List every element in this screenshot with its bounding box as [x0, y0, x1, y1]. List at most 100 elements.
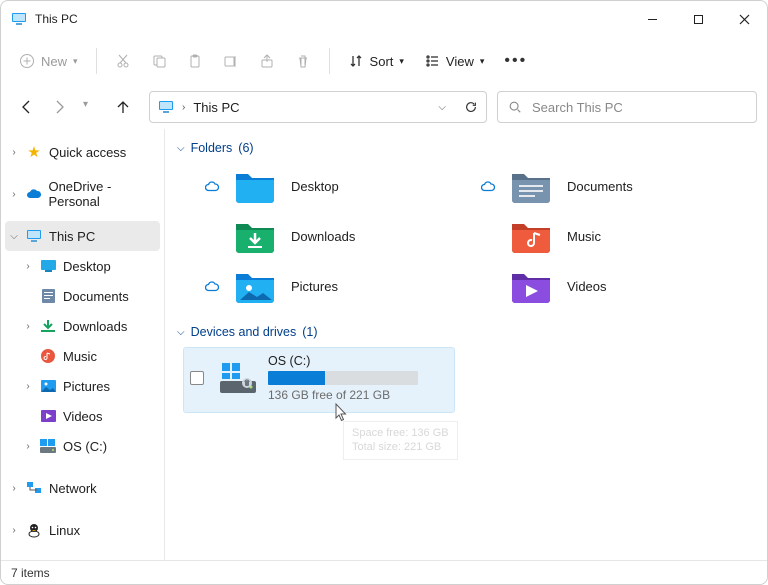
expand-icon[interactable]: ›	[9, 483, 19, 494]
folder-tile-pictures[interactable]: Pictures	[205, 267, 471, 305]
collapse-icon[interactable]: ⌵	[177, 327, 185, 338]
navigation-pane: › ★ Quick access › OneDrive - Personal ⌵…	[1, 129, 165, 560]
expand-icon[interactable]: ›	[23, 381, 33, 392]
folder-tile-documents[interactable]: Documents	[481, 167, 747, 205]
group-count: (1)	[302, 325, 317, 339]
folder-label: Videos	[567, 279, 607, 294]
cloud-status-icon	[205, 181, 219, 192]
sidebar-item-network[interactable]: › Network	[1, 473, 164, 503]
sidebar-item-os-c[interactable]: › OS (C:)	[1, 431, 164, 461]
minimize-button[interactable]	[629, 1, 675, 37]
sort-button[interactable]: Sort ▾	[340, 45, 412, 77]
cloud-icon	[25, 188, 43, 200]
storage-bar-fill	[268, 371, 325, 385]
expand-icon[interactable]: ›	[9, 147, 19, 158]
content-pane: ⌵ Folders (6) Desktop Documents Download…	[165, 129, 767, 560]
back-button[interactable]	[19, 99, 35, 115]
storage-bar	[268, 371, 418, 385]
sidebar-item-videos[interactable]: › Videos	[1, 401, 164, 431]
breadcrumb-item[interactable]: This PC	[193, 100, 239, 115]
cut-button[interactable]	[107, 45, 139, 77]
desktop-icon	[39, 260, 57, 272]
drive-icon	[39, 439, 57, 453]
folder-tile-desktop[interactable]: Desktop	[205, 167, 471, 205]
app-icon	[11, 11, 27, 27]
selection-checkbox[interactable]	[190, 371, 204, 385]
collapse-icon[interactable]: ⌵	[9, 231, 19, 242]
delete-button[interactable]	[287, 45, 319, 77]
sidebar-item-label: Network	[49, 481, 97, 496]
sidebar-item-label: Desktop	[63, 259, 111, 274]
drive-tooltip: Space free: 136 GB Total size: 221 GB	[343, 421, 458, 460]
sidebar-item-pictures[interactable]: › Pictures	[1, 371, 164, 401]
nav-arrows: ▾	[11, 99, 139, 115]
forward-button[interactable]	[51, 99, 67, 115]
folder-label: Music	[567, 229, 601, 244]
recent-locations-button[interactable]: ▾	[83, 99, 99, 115]
search-placeholder: Search This PC	[532, 100, 623, 115]
sidebar-item-label: Music	[63, 349, 97, 364]
new-button[interactable]: New ▾	[11, 45, 86, 77]
sidebar-item-this-pc[interactable]: ⌵ This PC	[5, 221, 160, 251]
sidebar-item-linux[interactable]: › Linux	[1, 515, 164, 545]
drive-icon	[218, 361, 258, 395]
chevron-down-icon: ▾	[480, 56, 485, 67]
sidebar-item-music[interactable]: › Music	[1, 341, 164, 371]
chevron-right-icon[interactable]: ›	[182, 102, 185, 113]
star-icon: ★	[25, 143, 43, 161]
refresh-button[interactable]	[464, 100, 478, 114]
view-button[interactable]: View ▾	[416, 45, 492, 77]
sidebar-item-label: Linux	[49, 523, 80, 538]
expand-icon[interactable]: ›	[23, 441, 33, 452]
sidebar-item-label: Pictures	[63, 379, 110, 394]
music-icon	[39, 349, 57, 363]
expand-icon[interactable]: ›	[9, 525, 19, 536]
close-button[interactable]	[721, 1, 767, 37]
group-count: (6)	[238, 141, 253, 155]
sidebar-item-label: Downloads	[63, 319, 127, 334]
address-row: ▾ › This PC ⌵ Search This PC	[1, 85, 767, 129]
mouse-cursor	[335, 403, 349, 423]
sidebar-item-label: Videos	[63, 409, 103, 424]
tooltip-line: Total size: 221 GB	[352, 440, 449, 454]
sidebar-item-label: Documents	[63, 289, 129, 304]
up-button[interactable]	[115, 99, 131, 115]
sidebar-item-onedrive[interactable]: › OneDrive - Personal	[1, 179, 164, 209]
folder-tile-downloads[interactable]: Downloads	[205, 217, 471, 255]
sidebar-item-label: OneDrive - Personal	[48, 179, 164, 209]
separator	[329, 48, 330, 74]
expand-icon[interactable]: ›	[9, 189, 19, 200]
sidebar-item-label: Quick access	[49, 145, 126, 160]
more-button[interactable]: •••	[496, 45, 535, 77]
documents-icon	[39, 289, 57, 303]
sidebar-item-desktop[interactable]: › Desktop	[1, 251, 164, 281]
sort-label: Sort	[370, 54, 394, 69]
folder-tile-videos[interactable]: Videos	[481, 267, 747, 305]
expand-icon[interactable]: ›	[23, 261, 33, 272]
sidebar-item-documents[interactable]: › Documents	[1, 281, 164, 311]
group-header-folders[interactable]: ⌵ Folders (6)	[177, 141, 755, 155]
window-title: This PC	[35, 12, 629, 26]
view-label: View	[446, 54, 474, 69]
paste-button[interactable]	[179, 45, 211, 77]
pc-icon	[25, 228, 43, 244]
share-button[interactable]	[251, 45, 283, 77]
folder-tile-music[interactable]: Music	[481, 217, 747, 255]
rename-button[interactable]	[215, 45, 247, 77]
drive-name: OS (C:)	[268, 354, 446, 368]
sidebar-item-downloads[interactable]: › Downloads	[1, 311, 164, 341]
search-box[interactable]: Search This PC	[497, 91, 757, 123]
chevron-down-icon[interactable]: ⌵	[438, 102, 446, 113]
drive-tile-os-c[interactable]: OS (C:) 136 GB free of 221 GB	[183, 347, 455, 413]
maximize-button[interactable]	[675, 1, 721, 37]
folder-label: Pictures	[291, 279, 338, 294]
group-header-drives[interactable]: ⌵ Devices and drives (1)	[177, 325, 755, 339]
copy-button[interactable]	[143, 45, 175, 77]
sidebar-item-quick-access[interactable]: › ★ Quick access	[1, 137, 164, 167]
collapse-icon[interactable]: ⌵	[177, 143, 185, 154]
address-bar[interactable]: › This PC ⌵	[149, 91, 487, 123]
expand-icon[interactable]: ›	[23, 321, 33, 332]
pc-icon	[158, 99, 174, 115]
search-icon	[508, 100, 522, 114]
tooltip-line: Space free: 136 GB	[352, 426, 449, 440]
